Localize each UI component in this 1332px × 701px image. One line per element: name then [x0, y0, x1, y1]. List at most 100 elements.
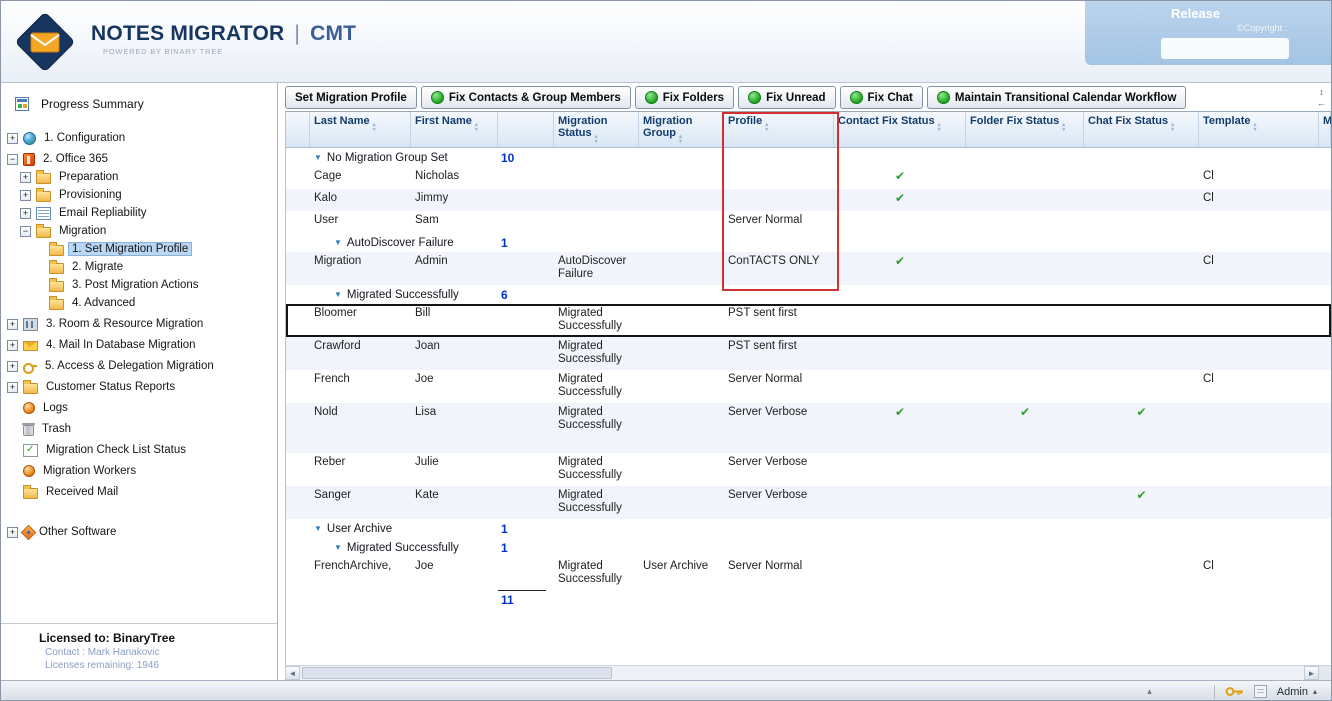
cell-template [1199, 453, 1319, 486]
expand-icon[interactable]: + [7, 319, 18, 330]
sidebar-item-email-repliability[interactable]: +Email Repliability [1, 205, 277, 221]
expand-icon[interactable]: + [20, 208, 31, 219]
sidebar-item-received-mail[interactable]: Received Mail [1, 484, 277, 500]
cell-count [498, 486, 554, 519]
scrollbar-track[interactable] [300, 666, 1304, 680]
cell-folder_fix [966, 557, 1084, 590]
sidebar-item-migration[interactable]: −Migration [1, 223, 277, 239]
column-header-chat_fix_status[interactable]: Chat Fix Status▴▾ [1084, 112, 1199, 147]
group-row-autodiscover-failure[interactable]: ▼AutoDiscover Failure1 [286, 233, 1331, 252]
collapse-triangle-icon[interactable]: ▼ [334, 238, 342, 247]
fix-unread-button[interactable]: Fix Unread [738, 86, 835, 109]
sidebar-item-4-mail-in-database-migration[interactable]: +4. Mail In Database Migration [1, 337, 277, 353]
sidebar-item-3-post-migration-actions[interactable]: 3. Post Migration Actions [1, 277, 277, 293]
expand-icon[interactable]: + [7, 340, 18, 351]
sidebar-item-3-room-resource-migration[interactable]: +3. Room & Resource Migration [1, 316, 277, 332]
cell-migration_group [639, 252, 724, 285]
sort-indicator-icon[interactable]: ▴▾ [595, 135, 598, 145]
sidebar-item-migration-workers[interactable]: Migration Workers [1, 463, 277, 479]
table-row-cage-nicholas[interactable]: CageNicholas✔Cl [286, 167, 1331, 189]
table-row-french-joe[interactable]: FrenchJoeMigrated SuccessfullyServer Nor… [286, 370, 1331, 403]
column-header-migration_status[interactable]: Migration Status▴▾ [554, 112, 639, 147]
column-header-count [498, 112, 554, 147]
sidebar-item-logs[interactable]: Logs [1, 400, 277, 416]
sidebar-item-2-migrate[interactable]: 2. Migrate [1, 259, 277, 275]
expand-icon[interactable]: + [7, 527, 18, 538]
sort-indicator-icon[interactable]: ▴▾ [1062, 123, 1065, 133]
sidebar-item-provisioning[interactable]: +Provisioning [1, 187, 277, 203]
table-row-user-sam[interactable]: UserSamServer Normal [286, 211, 1331, 233]
scroll-left-arrow[interactable]: ◄ [285, 666, 300, 680]
expand-icon[interactable]: + [7, 133, 18, 144]
folder-icon [49, 263, 64, 274]
sidebar-item-1-configuration[interactable]: +1. Configuration [1, 130, 277, 146]
table-row-migration-admin[interactable]: MigrationAdminAutoDiscover FailureConTAC… [286, 252, 1331, 285]
table-row-reber-julie[interactable]: ReberJulieMigrated SuccessfullyServer Ve… [286, 453, 1331, 486]
collapse-triangle-icon[interactable]: ▼ [334, 543, 342, 552]
expand-icon[interactable]: + [7, 361, 18, 372]
collapse-triangle-icon[interactable]: ▼ [314, 524, 322, 533]
sort-indicator-icon[interactable]: ▴▾ [938, 123, 941, 133]
column-header-template[interactable]: Template▴▾ [1199, 112, 1319, 147]
sort-indicator-icon[interactable]: ▴▾ [1253, 123, 1256, 133]
sort-indicator-icon[interactable]: ▴▾ [373, 123, 376, 133]
sidebar-item-migration-check-list-status[interactable]: Migration Check List Status [1, 442, 277, 458]
column-header-contact_fix_status[interactable]: Contact Fix Status▴▾ [834, 112, 966, 147]
sidebar-item-1-set-migration-profile[interactable]: 1. Set Migration Profile [1, 241, 277, 257]
scroll-right-arrow[interactable]: ► [1304, 666, 1319, 680]
expand-icon[interactable]: + [20, 190, 31, 201]
group-row-no-migration-group-set[interactable]: ▼No Migration Group Set10 [286, 148, 1331, 167]
collapse-icon[interactable]: − [20, 226, 31, 237]
collapse-icon[interactable]: − [7, 154, 18, 165]
sidebar-item-5-access-delegation-migration[interactable]: +5. Access & Delegation Migration [1, 358, 277, 374]
table-row-sanger-kate[interactable]: SangerKateMigrated SuccessfullyServer Ve… [286, 486, 1331, 519]
set-migration-profile-button[interactable]: Set Migration Profile [285, 86, 417, 109]
scroll-left-icon[interactable]: ← [1317, 98, 1326, 108]
column-header-migration_group[interactable]: Migration Group▴▾ [639, 112, 724, 147]
sidebar-item-customer-status-reports[interactable]: +Customer Status Reports [1, 379, 277, 395]
scroll-up-down-icon[interactable]: ↕ [1317, 87, 1326, 97]
document-icon[interactable] [1254, 685, 1267, 698]
cell-count [498, 403, 554, 453]
expand-icon[interactable]: + [20, 172, 31, 183]
sidebar-item-progress-summary[interactable]: Progress Summary [1, 83, 277, 117]
fix-chat-button[interactable]: Fix Chat [840, 86, 923, 109]
table-row-kalo-jimmy[interactable]: KaloJimmy✔Cl [286, 189, 1331, 211]
admin-menu-button[interactable]: Admin ▴ [1277, 686, 1317, 698]
cell-folder_fix: ✔ [966, 403, 1084, 453]
sidebar-item-trash[interactable]: Trash [1, 421, 277, 437]
cell-template: Cl [1199, 189, 1319, 211]
table-row-nold-lisa[interactable]: NoldLisaMigrated SuccessfullyServer Verb… [286, 403, 1331, 453]
cell-first_name: Julie [411, 453, 498, 486]
table-row-bloomer-bill[interactable]: BloomerBillMigrated SuccessfullyPST sent… [286, 304, 1331, 337]
table-row-frencharchive-joe[interactable]: FrenchArchive,JoeMigrated SuccessfullyUs… [286, 557, 1331, 590]
sort-indicator-icon[interactable]: ▴▾ [765, 123, 768, 133]
fix-contacts-group-members-button[interactable]: Fix Contacts & Group Members [421, 86, 631, 109]
globe-icon [23, 132, 36, 145]
table-row-crawford-joan[interactable]: CrawfordJoanMigrated SuccessfullyPST sen… [286, 337, 1331, 370]
collapse-triangle-icon[interactable]: ▼ [334, 290, 342, 299]
sidebar-item-4-advanced[interactable]: 4. Advanced [1, 295, 277, 311]
group-row-migrated-successfully[interactable]: ▼Migrated Successfully1 [286, 538, 1331, 557]
column-header-first_name[interactable]: First Name▴▾ [411, 112, 498, 147]
expand-icon[interactable]: + [7, 382, 18, 393]
key-icon[interactable] [1225, 686, 1244, 697]
sidebar-item-preparation[interactable]: +Preparation [1, 169, 277, 185]
scrollbar-thumb[interactable] [302, 667, 612, 679]
fix-folders-button[interactable]: Fix Folders [635, 86, 734, 109]
sort-indicator-icon[interactable]: ▴▾ [475, 123, 478, 133]
column-header-last_name[interactable]: Last Name▴▾ [310, 112, 411, 147]
maintain-transitional-calendar-workflow-button[interactable]: Maintain Transitional Calendar Workflow [927, 86, 1187, 109]
column-header-profile[interactable]: Profile▴▾ [724, 112, 834, 147]
statusbar-expand-icon[interactable]: ▴ [1147, 686, 1152, 697]
group-row-migrated-successfully[interactable]: ▼Migrated Successfully6 [286, 285, 1331, 304]
column-header-folder_fix_status[interactable]: Folder Fix Status▴▾ [966, 112, 1084, 147]
sort-indicator-icon[interactable]: ▴▾ [1171, 123, 1174, 133]
sidebar-item-other-software[interactable]: +Other Software [1, 524, 277, 540]
sort-indicator-icon[interactable]: ▴▾ [679, 135, 682, 145]
sidebar-item-2-office-365[interactable]: −2. Office 365 [1, 151, 277, 167]
cell-more [1319, 486, 1331, 519]
grid-header-row: Last Name▴▾First Name▴▾ Migration Status▴… [286, 112, 1331, 148]
collapse-triangle-icon[interactable]: ▼ [314, 153, 322, 162]
group-row-user-archive[interactable]: ▼User Archive1 [286, 519, 1331, 538]
